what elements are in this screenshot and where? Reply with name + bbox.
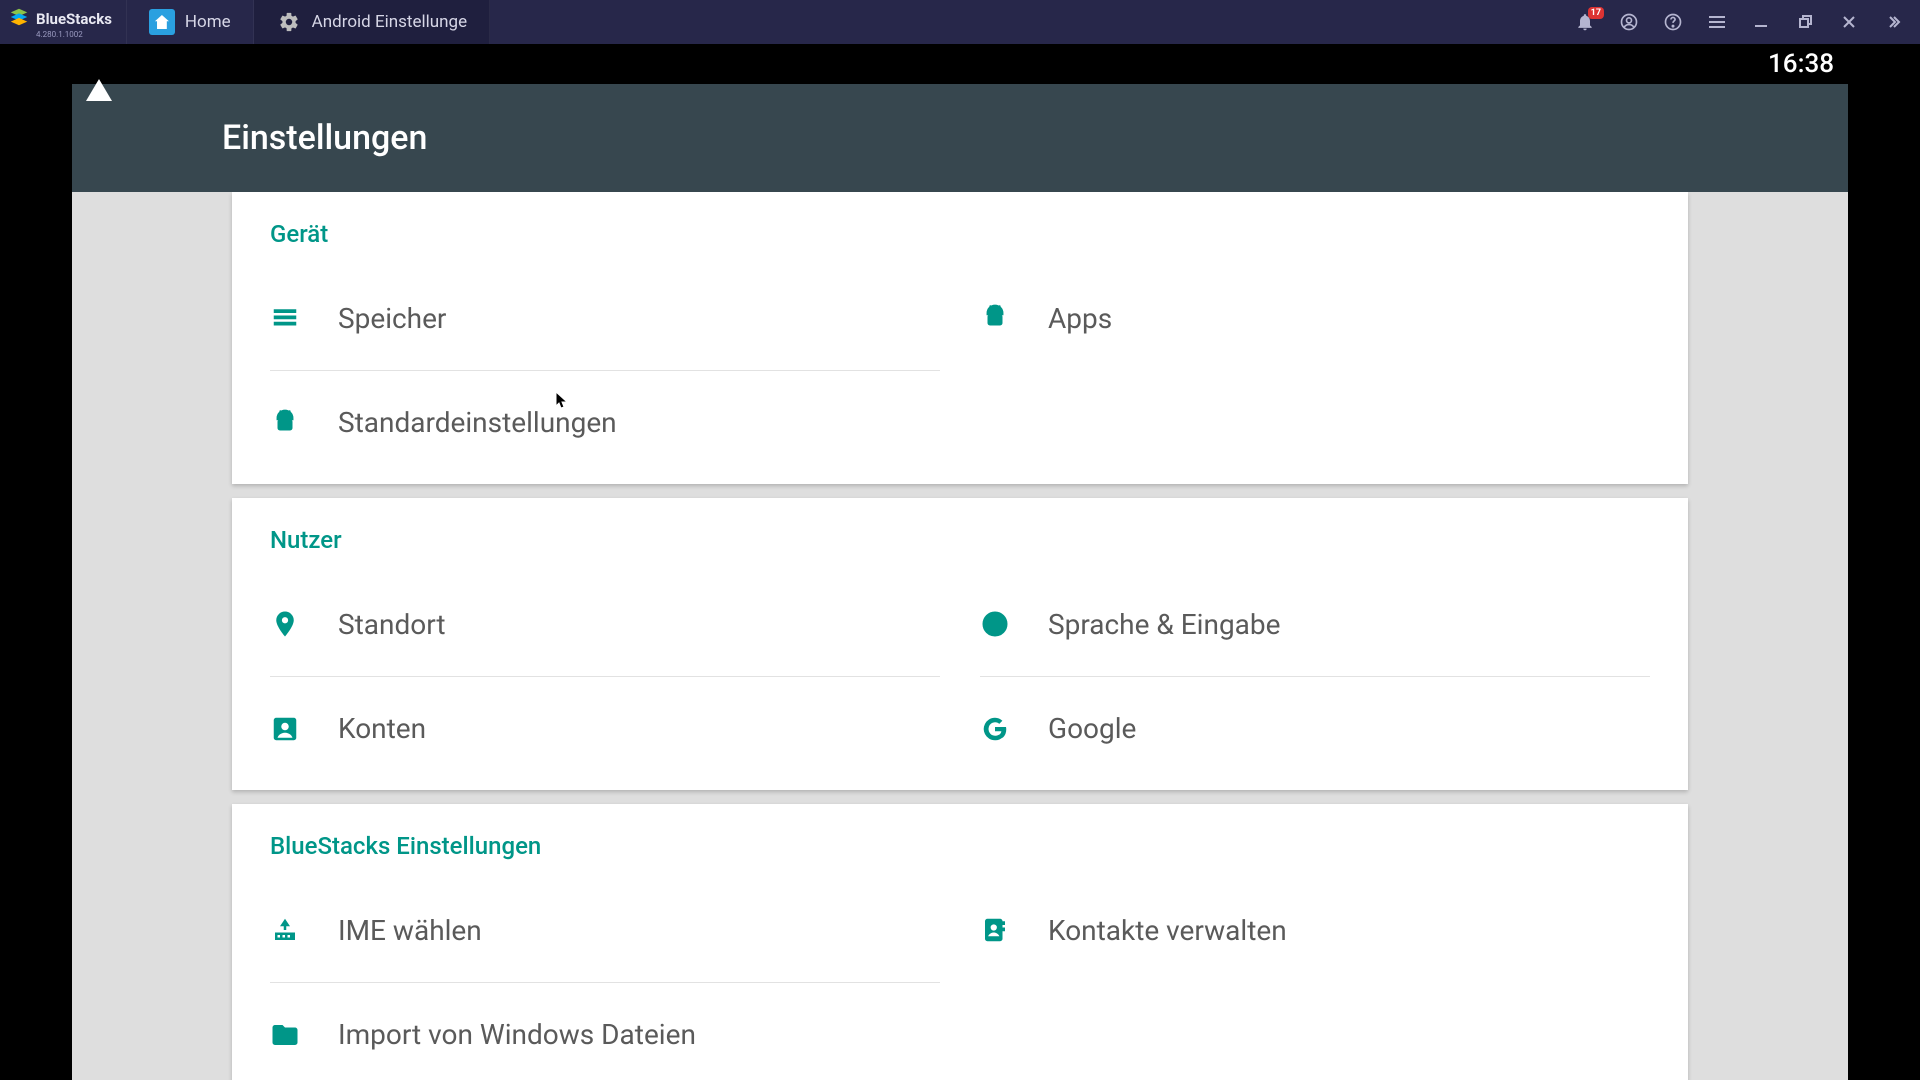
section-user-title: Nutzer xyxy=(270,526,1650,554)
item-accounts[interactable]: Konten xyxy=(270,676,940,780)
item-google-label: Google xyxy=(1048,712,1136,745)
item-language-label: Sprache & Eingabe xyxy=(1048,608,1280,641)
item-google[interactable]: Google xyxy=(980,676,1650,780)
notifications-button[interactable]: 17 xyxy=(1574,11,1596,33)
status-clock: 16:38 xyxy=(1768,49,1834,79)
item-import[interactable]: Import von Windows Dateien xyxy=(270,982,940,1080)
settings-app-bar: Einstellungen xyxy=(72,84,1848,192)
item-location[interactable]: Standort xyxy=(270,572,940,676)
item-storage-label: Speicher xyxy=(338,302,446,335)
brand-block: BlueStacks 4.280.1.1002 xyxy=(0,0,127,44)
account-button[interactable] xyxy=(1618,11,1640,33)
item-contacts[interactable]: Kontakte verwalten xyxy=(980,878,1650,982)
globe-icon xyxy=(980,609,1010,639)
menu-button[interactable] xyxy=(1706,11,1728,33)
emulator-left-gutter xyxy=(0,44,72,1080)
tab-home[interactable]: Home xyxy=(127,0,254,44)
section-device-title: Gerät xyxy=(270,220,1650,248)
storage-icon xyxy=(270,303,300,333)
item-location-label: Standort xyxy=(338,608,446,641)
section-device: Gerät Speicher Stan xyxy=(232,192,1688,484)
android-icon xyxy=(980,303,1010,333)
item-language[interactable]: Sprache & Eingabe xyxy=(980,572,1650,676)
contacts-icon xyxy=(980,915,1010,945)
warning-icon xyxy=(86,49,112,79)
brand-name: BlueStacks xyxy=(36,10,112,28)
bluestacks-logo-icon xyxy=(8,6,30,32)
google-icon xyxy=(980,714,1010,744)
section-bluestacks-title: BlueStacks Einstellungen xyxy=(270,832,1650,860)
android-status-bar: 16:38 xyxy=(72,44,1848,84)
item-contacts-label: Kontakte verwalten xyxy=(1048,914,1287,947)
brand-version: 4.280.1.1002 xyxy=(36,30,112,39)
item-import-label: Import von Windows Dateien xyxy=(338,1018,696,1051)
notification-badge: 17 xyxy=(1588,7,1604,19)
keyboard-icon xyxy=(270,915,300,945)
android-viewport: 16:38 Einstellungen Gerät Speicher xyxy=(72,44,1848,1080)
folder-icon xyxy=(270,1020,300,1050)
app-title-bar: BlueStacks 4.280.1.1002 Home Android Ein… xyxy=(0,0,1920,44)
section-user: Nutzer Standort Kon xyxy=(232,498,1688,790)
item-default-apps[interactable]: Standardeinstellungen xyxy=(270,370,940,474)
android-icon xyxy=(270,408,300,438)
home-icon xyxy=(149,9,175,35)
item-accounts-label: Konten xyxy=(338,712,426,745)
emulator-right-gutter xyxy=(1848,44,1920,1080)
maximize-button[interactable] xyxy=(1794,11,1816,33)
gear-icon xyxy=(276,9,302,35)
page-title: Einstellungen xyxy=(222,118,427,158)
minimize-button[interactable] xyxy=(1750,11,1772,33)
location-icon xyxy=(270,609,300,639)
tab-android-settings[interactable]: Android Einstellunge xyxy=(254,0,490,44)
item-storage[interactable]: Speicher xyxy=(270,266,940,370)
account-icon xyxy=(270,714,300,744)
help-button[interactable] xyxy=(1662,11,1684,33)
close-button[interactable] xyxy=(1838,11,1860,33)
tab-home-label: Home xyxy=(185,12,231,32)
tab-settings-label: Android Einstellunge xyxy=(312,12,467,32)
settings-scroll-area[interactable]: Gerät Speicher Stan xyxy=(72,192,1848,1080)
item-apps[interactable]: Apps xyxy=(980,266,1650,370)
expand-sidebar-button[interactable] xyxy=(1882,11,1904,33)
item-ime-label: IME wählen xyxy=(338,914,482,947)
item-ime[interactable]: IME wählen xyxy=(270,878,940,982)
item-default-apps-label: Standardeinstellungen xyxy=(338,406,617,439)
item-apps-label: Apps xyxy=(1048,302,1112,335)
title-actions: 17 xyxy=(1558,0,1920,44)
section-bluestacks: BlueStacks Einstellungen IME wählen xyxy=(232,804,1688,1080)
